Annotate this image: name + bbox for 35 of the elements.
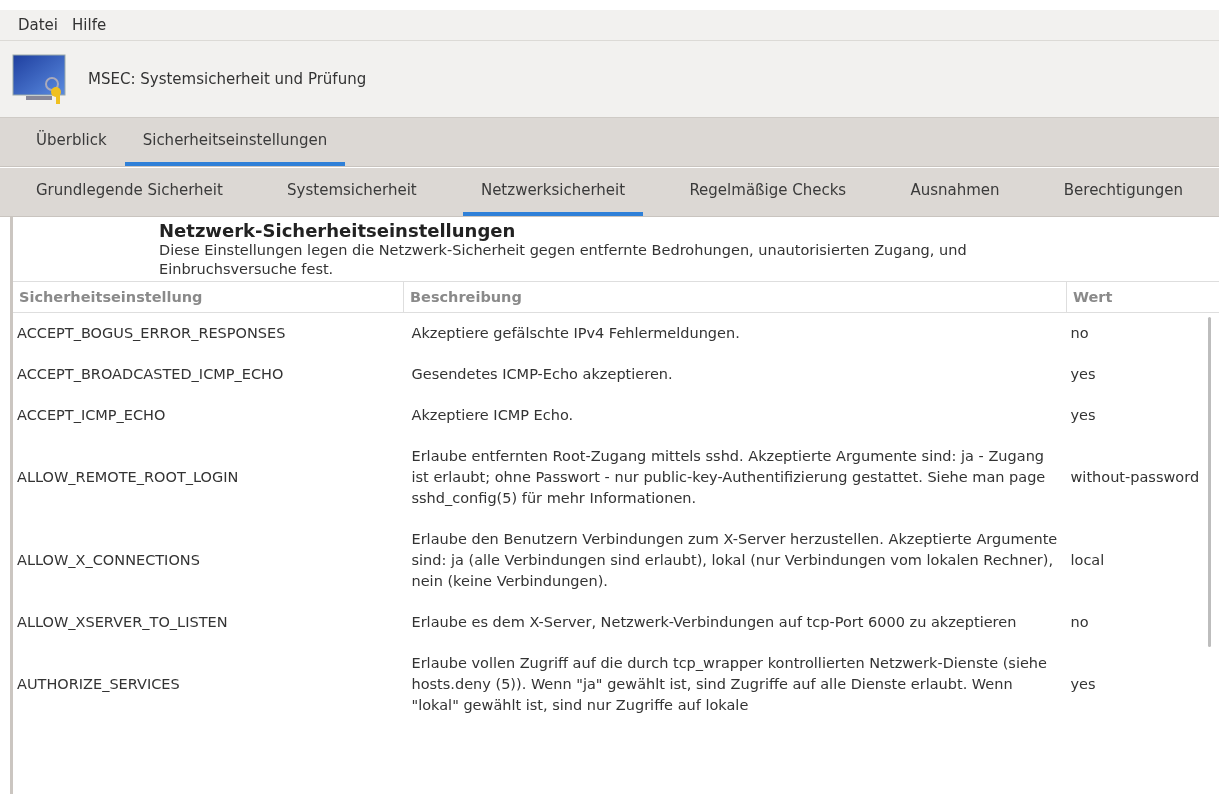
setting-name: ACCEPT_BOGUS_ERROR_RESPONSES — [13, 312, 404, 354]
monitor-key-icon — [12, 54, 68, 104]
tab[interactable]: Berechtigungen — [1045, 168, 1201, 216]
setting-description: Erlaube vollen Zugriff auf die durch tcp_wrapper kontrollierten Netzwerk-Dienste (siehe hosts.deny (5)). Wenn "ja" gewählt ist, sind Zugriffe auf alle Dienste erlaubt. Wenn "lokal" gewählt ist, sind nur Zugriffe auf lokale — [410, 654, 1048, 715]
setting-description: Erlaube entfernten Root-Zugang mittels sshd. Akzeptierte Argumente sind: ja - Zugang ist erlaubt; ohne Passwort - nur public-key-Authentifizierung gestattet. Siehe man page sshd_config(5) für mehr Informationen. — [410, 447, 1047, 508]
setting-value: yes — [1069, 675, 1097, 694]
menu-item[interactable]: Datei — [18, 16, 59, 34]
setting-value: no — [1066, 312, 1219, 354]
setting-name: ACCEPT_ICMP_ECHO — [16, 406, 167, 425]
setting-value: local — [1069, 551, 1106, 570]
setting-value: without-password — [1069, 468, 1201, 487]
tab[interactable]: Netzwerksicherheit — [462, 168, 644, 216]
tab[interactable]: Ausnahmen — [892, 168, 1018, 216]
tab[interactable]: Systemsicherheit — [269, 168, 435, 216]
tab[interactable]: Überblick — [18, 118, 125, 166]
setting-description: Akzeptiere ICMP Echo. — [410, 406, 575, 425]
window-title: MSEC: Systemsicherheit und Prüfung — [88, 70, 367, 88]
tab[interactable]: Grundlegende Sicherheit — [18, 168, 241, 216]
setting-description: Erlaube den Benutzern Verbindungen zum X-Server herzustellen. Akzeptierte Argumente sind: ja (alle Verbindungen sind erlaubt), lokal (nur Verbindungen vom lokalen Rechner), nein (keine Verbindungen). — [410, 530, 1059, 591]
setting-description: Akzeptiere gefälschte IPv4 Fehlermeldungen. — [403, 312, 1067, 354]
setting-name: ALLOW_X_CONNECTIONS — [16, 551, 201, 570]
menu-item[interactable]: Hilfe — [72, 16, 107, 34]
setting-name: ALLOW_REMOTE_ROOT_LOGIN — [16, 468, 240, 487]
setting-value: yes — [1069, 365, 1097, 384]
setting-description: Erlaube es dem X-Server, Netzwerk-Verbindungen auf tcp-Port 6000 zu akzeptieren — [410, 613, 1018, 632]
section-title: Netzwerk-Sicherheitseinstellungen — [159, 220, 517, 241]
section-description: Diese Einstellungen legen die Netzwerk-Sicherheit gegen entfernte Bedrohungen, unautorisierten Zugang, und Einbruchsversuche fest. — [159, 241, 968, 279]
setting-name: ACCEPT_BROADCASTED_ICMP_ECHO — [16, 365, 285, 384]
setting-value: no — [1069, 613, 1090, 632]
tab[interactable]: Regelmäßige Checks — [671, 168, 865, 216]
setting-name: AUTHORIZE_SERVICES — [16, 675, 181, 694]
setting-name: ALLOW_XSERVER_TO_LISTEN — [16, 613, 229, 632]
setting-description: Gesendetes ICMP-Echo akzeptieren. — [410, 365, 674, 384]
scrollbar[interactable] — [1208, 317, 1211, 647]
setting-value: yes — [1069, 406, 1097, 425]
